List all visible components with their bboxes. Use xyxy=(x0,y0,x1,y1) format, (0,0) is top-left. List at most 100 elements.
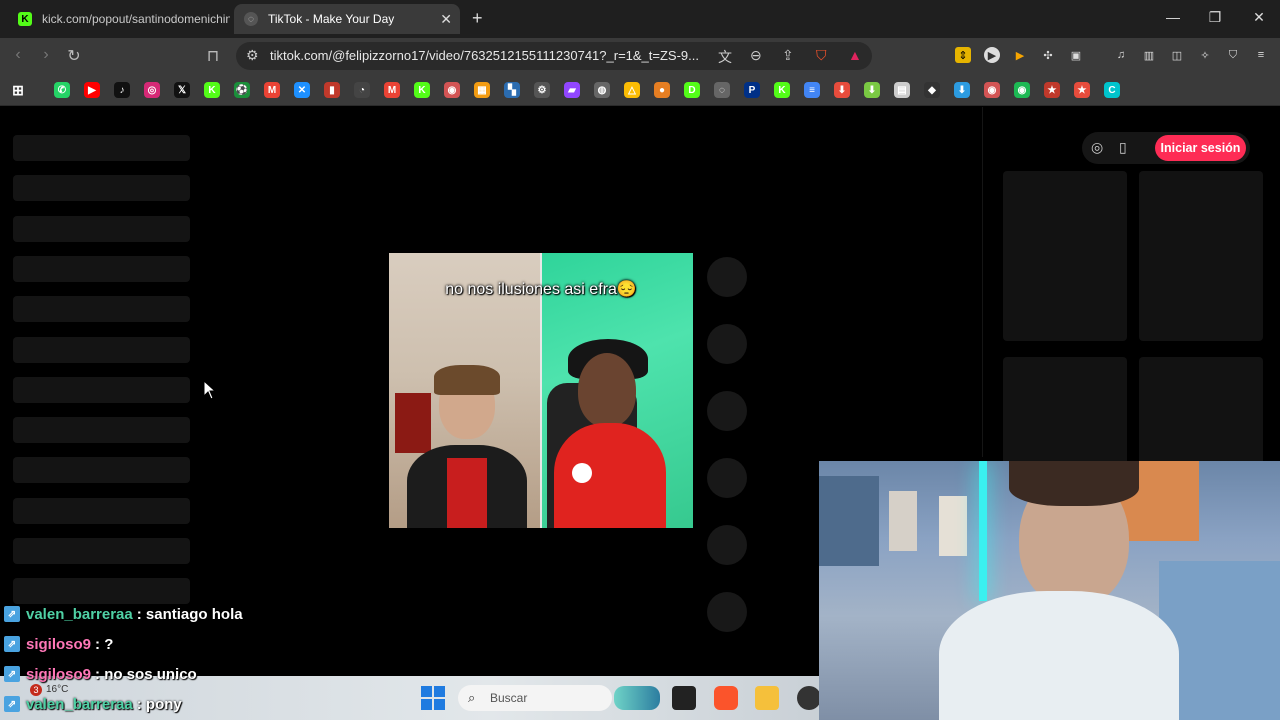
video-player[interactable]: no nos ilusiones asi efra😔 xyxy=(389,253,693,528)
speed-icon[interactable]: ◔ xyxy=(354,82,370,98)
play-icon[interactable]: ▶ xyxy=(984,47,1000,63)
maximize-button[interactable]: ❐ xyxy=(1200,9,1230,26)
chat-text: : pony xyxy=(136,695,182,713)
extensions-icon[interactable]: ✣ xyxy=(1040,47,1056,63)
widget-icon[interactable] xyxy=(614,686,660,710)
mobile-icon[interactable]: ▯ xyxy=(1119,139,1127,156)
skeleton-row xyxy=(13,215,190,242)
file-explorer-icon[interactable] xyxy=(755,686,779,710)
star-icon[interactable]: ★ xyxy=(1044,82,1060,98)
kick-icon[interactable]: K xyxy=(414,82,430,98)
minimize-button[interactable]: — xyxy=(1158,9,1188,25)
tiktok-icon[interactable]: ♪ xyxy=(114,82,130,98)
close-window-button[interactable]: ✕ xyxy=(1244,9,1274,26)
brave-shield-icon[interactable]: ⛉ xyxy=(816,47,827,64)
diamond-icon[interactable]: ◆ xyxy=(924,82,940,98)
media-play-icon[interactable]: ▶ xyxy=(1012,47,1028,63)
record-icon[interactable]: ◉ xyxy=(444,82,460,98)
chat-username[interactable]: valen_barreraa xyxy=(26,696,133,713)
grid-icon[interactable]: ▚ xyxy=(504,82,520,98)
photo-icon[interactable]: ▦ xyxy=(474,82,490,98)
soccer-icon[interactable]: ⚽ xyxy=(234,82,250,98)
instagram-icon[interactable]: ◎ xyxy=(144,82,160,98)
download-green-icon[interactable]: ⬇ xyxy=(864,82,880,98)
led-light xyxy=(979,461,987,601)
forward-icon[interactable]: › xyxy=(36,46,56,64)
globe-icon[interactable]: ◌ xyxy=(714,82,730,98)
action-button-placeholder[interactable] xyxy=(707,257,747,297)
new-tab-button[interactable]: + xyxy=(472,8,483,29)
file-icon[interactable]: ▤ xyxy=(894,82,910,98)
video-thumbnail[interactable] xyxy=(1003,171,1127,341)
site-info-icon[interactable]: ⚙ xyxy=(246,47,259,64)
skeleton-row xyxy=(13,336,190,363)
compass-icon[interactable]: ◎ xyxy=(1091,139,1103,156)
ai-icon[interactable]: ✧ xyxy=(1197,47,1213,63)
gmail-icon[interactable]: M xyxy=(384,82,400,98)
extension-icon[interactable]: ✕ xyxy=(294,82,310,98)
login-button[interactable]: Iniciar sesión xyxy=(1155,135,1246,161)
url-text[interactable]: tiktok.com/@felipizzorno17/video/7632512… xyxy=(270,48,699,63)
gmail-icon[interactable]: M xyxy=(264,82,280,98)
skeleton-row xyxy=(13,296,190,323)
brave-browser-icon[interactable] xyxy=(714,686,738,710)
flame-icon[interactable]: ● xyxy=(654,82,670,98)
settings-icon[interactable]: ⚙ xyxy=(534,82,550,98)
action-button-placeholder[interactable] xyxy=(707,324,747,364)
kick-icon[interactable]: K xyxy=(204,82,220,98)
tab-tiktok[interactable]: ◌ TikTok - Make Your Day ✕ xyxy=(234,4,460,34)
drive-icon[interactable]: △ xyxy=(624,82,640,98)
paypal-icon[interactable]: P xyxy=(744,82,760,98)
docs-icon[interactable]: ≡ xyxy=(804,82,820,98)
chat-message: ⇗ valen_barreraa: pony xyxy=(4,694,182,714)
chat-username[interactable]: sigiloso9 xyxy=(26,636,91,653)
task-view-icon[interactable] xyxy=(672,686,696,710)
tab-kick-popout[interactable]: K kick.com/popout/santinodomenichin xyxy=(8,4,230,34)
chat-username[interactable]: valen_barreraa xyxy=(26,606,133,623)
x-icon[interactable]: 𝕏 xyxy=(174,82,190,98)
action-button-placeholder[interactable] xyxy=(707,391,747,431)
reload-icon[interactable]: ↻ xyxy=(64,46,84,66)
spotify-icon[interactable]: ◉ xyxy=(1014,82,1030,98)
apps-grid-icon[interactable]: ⊞ xyxy=(10,82,26,98)
whatsapp-icon[interactable]: ✆ xyxy=(54,82,70,98)
extension-sort-icon[interactable]: ⇕ xyxy=(955,47,971,63)
menu-icon[interactable]: ≡ xyxy=(1253,47,1269,63)
record-icon[interactable]: ◉ xyxy=(984,82,1000,98)
youtube-icon[interactable]: ▶ xyxy=(84,82,100,98)
chat-username[interactable]: sigiloso9 xyxy=(26,666,91,683)
download-icon[interactable]: ⬇ xyxy=(834,82,850,98)
translate-icon[interactable]: 文 xyxy=(718,47,732,67)
brave-rewards-icon[interactable]: ▲ xyxy=(848,47,862,63)
music-icon[interactable]: ♫ xyxy=(1113,47,1129,63)
wallet-icon[interactable]: ◫ xyxy=(1169,47,1185,63)
kick-logo-icon: K xyxy=(18,12,32,26)
zoom-icon[interactable]: ⊖ xyxy=(750,47,762,64)
twitch-icon[interactable]: ▰ xyxy=(564,82,580,98)
chat-badge-icon: ⇗ xyxy=(4,636,20,652)
action-button-placeholder[interactable] xyxy=(707,525,747,565)
download-blue-icon[interactable]: ⬇ xyxy=(954,82,970,98)
sidebar-icon[interactable]: ▥ xyxy=(1141,47,1157,63)
video-thumbnail[interactable] xyxy=(1139,171,1263,341)
vpn-icon[interactable]: ⛉ xyxy=(1225,47,1241,63)
action-button-placeholder[interactable] xyxy=(707,458,747,498)
close-tab-icon[interactable]: ✕ xyxy=(440,11,452,28)
canva-icon[interactable]: C xyxy=(1104,82,1120,98)
bookmark-icon[interactable]: ⊓ xyxy=(203,46,223,66)
d-icon[interactable]: D xyxy=(684,82,700,98)
analytics-icon[interactable]: ▮ xyxy=(324,82,340,98)
chat-message: ⇗ valen_barreraa: santiago hola xyxy=(4,604,243,624)
obs-icon[interactable] xyxy=(797,686,821,710)
kick-icon[interactable]: K xyxy=(774,82,790,98)
back-icon[interactable]: ‹ xyxy=(8,46,28,64)
action-button-placeholder[interactable] xyxy=(707,592,747,632)
hair xyxy=(434,365,500,395)
star-icon[interactable]: ★ xyxy=(1074,82,1090,98)
bookmarks-bar: ⊞ ✆ ▶ ♪ ◎ 𝕏 K ⚽ M ✕ ▮ ◔ M K ◉ ▦ ▚ ⚙ ▰ ◍ △ ● D ◌ P K ≡ ⬇ ⬇ ▤ ◆ ⬇ ◉ ◉ ★ ★ C xyxy=(0,74,1280,106)
address-bar[interactable]: ⚙ tiktok.com/@felipizzorno17/video/76325… xyxy=(236,42,872,70)
chat-text: : santiago hola xyxy=(136,605,243,623)
share-icon[interactable]: ⇪ xyxy=(782,47,794,64)
github-icon[interactable]: ◍ xyxy=(594,82,610,98)
screenshot-icon[interactable]: ▣ xyxy=(1068,47,1084,63)
